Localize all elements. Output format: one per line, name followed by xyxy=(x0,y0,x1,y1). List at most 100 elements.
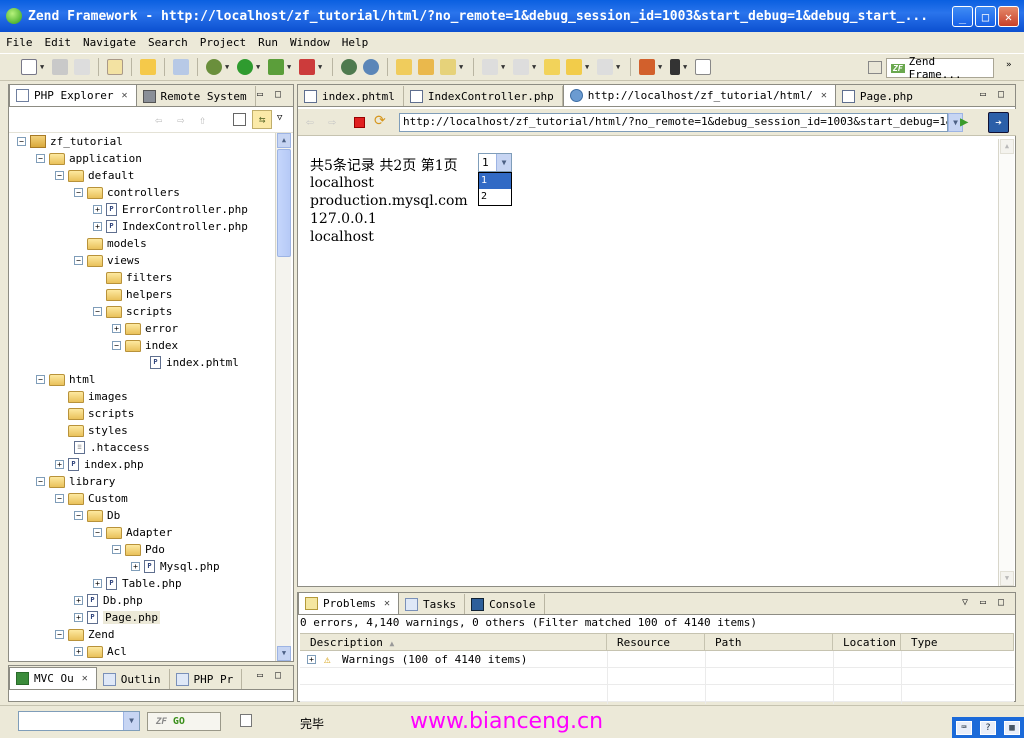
open-perspective-icon[interactable] xyxy=(868,61,882,74)
close-icon[interactable]: ✕ xyxy=(82,673,88,684)
minimize-view-icon[interactable]: ▭ xyxy=(980,597,986,608)
profile-dropdown-icon[interactable]: ▼ xyxy=(287,59,293,75)
pin-dropdown-icon[interactable]: ▼ xyxy=(459,59,465,75)
globe-run-icon[interactable] xyxy=(363,59,379,75)
last-edit-icon[interactable] xyxy=(544,59,560,75)
device-dropdown-icon[interactable]: ▼ xyxy=(683,59,689,75)
tree-node-adapter[interactable]: − Adapter xyxy=(93,524,172,541)
tree-node-filters[interactable]: filters xyxy=(106,269,172,286)
tree-node-db-php[interactable]: + P Db.php xyxy=(74,592,143,609)
tree-node-indexcontroller[interactable]: + P IndexController.php xyxy=(93,218,248,235)
collapse-icon[interactable]: − xyxy=(55,494,64,503)
debug-dropdown-icon[interactable]: ▼ xyxy=(225,59,231,75)
collapse-icon[interactable]: − xyxy=(17,137,26,146)
view-menu-icon[interactable]: ▽ xyxy=(962,597,968,608)
blank-page-icon[interactable] xyxy=(695,59,711,75)
tab-problems[interactable]: Problems ✕ xyxy=(298,592,400,614)
tree-node-library[interactable]: − library xyxy=(36,473,115,490)
collapse-icon[interactable]: − xyxy=(93,307,102,316)
collapse-icon[interactable]: − xyxy=(36,154,45,163)
collapse-icon[interactable]: − xyxy=(74,256,83,265)
tab-php-project-outline[interactable]: PHP Pr xyxy=(170,669,243,689)
forward-arrow-icon[interactable] xyxy=(597,59,613,75)
minimize-view-icon[interactable]: ▭ xyxy=(980,89,986,100)
fast-view-icon[interactable] xyxy=(240,714,252,727)
scroll-down-icon[interactable]: ▼ xyxy=(277,646,291,661)
tab-tasks[interactable]: Tasks xyxy=(399,594,466,614)
link-with-editor-icon[interactable]: ⇆ xyxy=(252,110,272,129)
forward-arrow-icon[interactable]: ⇨ xyxy=(177,113,184,127)
menu-file[interactable]: File xyxy=(6,36,33,49)
device-icon[interactable] xyxy=(670,59,680,75)
pin-icon[interactable] xyxy=(440,59,456,75)
close-icon[interactable]: ✕ xyxy=(121,90,127,101)
debug-icon[interactable] xyxy=(206,59,222,75)
tree-node-table-php[interactable]: + P Table.php xyxy=(93,575,182,592)
minimize-view-icon[interactable]: ▭ xyxy=(257,89,263,100)
external-tools-dropdown-icon[interactable]: ▼ xyxy=(318,59,324,75)
tree-node-application[interactable]: − application xyxy=(36,150,142,167)
server-dropdown-icon[interactable]: ▼ xyxy=(658,59,664,75)
table-row[interactable]: + ⚠ Warnings (100 of 4140 items) xyxy=(300,651,1014,668)
previous-annotation-icon[interactable] xyxy=(513,59,529,75)
maximize-view-icon[interactable]: □ xyxy=(275,670,281,681)
collapse-icon[interactable]: − xyxy=(93,528,102,537)
tree-node-styles[interactable]: styles xyxy=(68,422,128,439)
next-annotation-icon[interactable] xyxy=(482,59,498,75)
menu-window[interactable]: Window xyxy=(290,36,330,49)
collapse-icon[interactable]: − xyxy=(55,171,64,180)
expand-icon[interactable]: + xyxy=(93,205,102,214)
tree-node-helpers[interactable]: helpers xyxy=(106,286,172,303)
external-tools-icon[interactable] xyxy=(299,59,315,75)
expand-icon[interactable]: + xyxy=(131,562,140,571)
close-icon[interactable]: ✕ xyxy=(821,90,827,101)
tree-node-views[interactable]: − views xyxy=(74,252,140,269)
maximize-view-icon[interactable]: □ xyxy=(998,89,1004,100)
menu-run[interactable]: Run xyxy=(258,36,278,49)
menu-navigate[interactable]: Navigate xyxy=(83,36,136,49)
column-resource[interactable]: Resource xyxy=(607,634,705,651)
back-arrow-icon[interactable]: ⇦ xyxy=(155,113,162,127)
close-icon[interactable]: ✕ xyxy=(384,598,390,609)
collapse-icon[interactable]: − xyxy=(112,545,121,554)
tree-node-index[interactable]: − index xyxy=(112,337,178,354)
menu-search[interactable]: Search xyxy=(148,36,188,49)
tree-node-custom[interactable]: − Custom xyxy=(55,490,128,507)
tree-node-db[interactable]: − Db xyxy=(74,507,120,524)
tab-index-phtml[interactable]: index.phtml xyxy=(298,86,404,106)
scroll-down-icon[interactable]: ▼ xyxy=(1000,571,1014,586)
new-dropdown-icon[interactable]: ▼ xyxy=(40,59,46,75)
tray-app-icon[interactable]: ▦ xyxy=(1004,721,1020,735)
tree-node-acl[interactable]: + Acl xyxy=(74,643,127,658)
expand-icon[interactable]: + xyxy=(55,460,64,469)
expand-icon[interactable]: + xyxy=(74,596,83,605)
browser-refresh-icon[interactable]: ⟳ xyxy=(374,113,386,129)
expand-icon[interactable]: + xyxy=(74,647,83,656)
back-dropdown-icon[interactable]: ▼ xyxy=(585,59,591,75)
scroll-up-icon[interactable]: ▲ xyxy=(277,133,291,148)
close-button[interactable]: ✕ xyxy=(998,6,1019,27)
run-icon[interactable] xyxy=(237,59,253,75)
globe-debug-icon[interactable] xyxy=(341,59,357,75)
tree-node-htaccess[interactable]: ≡ .htaccess xyxy=(74,439,150,456)
browser-back-icon[interactable]: ⇦ xyxy=(306,115,314,130)
scroll-thumb[interactable] xyxy=(277,149,291,257)
page-option-1[interactable]: 1 xyxy=(479,173,511,189)
tree-node-mysql-php[interactable]: + P Mysql.php xyxy=(131,558,220,575)
tree-node-html[interactable]: − html xyxy=(36,371,96,388)
tab-page-php[interactable]: Page.php xyxy=(836,86,921,106)
collapse-icon[interactable]: − xyxy=(112,341,121,350)
zend-perspective-button[interactable]: ZF Zend Frame... xyxy=(886,55,994,81)
collapse-icon[interactable]: − xyxy=(36,477,45,486)
tree-node-zf-tutorial[interactable]: − zf_tutorial xyxy=(17,133,123,150)
print-icon[interactable] xyxy=(74,59,90,75)
tree-node-models[interactable]: models xyxy=(87,235,147,252)
tab-browser[interactable]: http://localhost/zf_tutorial/html/ ✕ xyxy=(562,84,836,106)
tab-console[interactable]: Console xyxy=(465,594,545,614)
tree-node-controllers[interactable]: − controllers xyxy=(74,184,180,201)
tree-node-pdo[interactable]: − Pdo xyxy=(112,541,165,558)
tab-mvc-outline[interactable]: MVC Ou ✕ xyxy=(9,667,97,689)
expand-icon[interactable]: + xyxy=(93,579,102,588)
browser-scrollbar[interactable]: ▲ ▼ xyxy=(998,139,1014,586)
expand-icon[interactable]: + xyxy=(307,655,316,664)
